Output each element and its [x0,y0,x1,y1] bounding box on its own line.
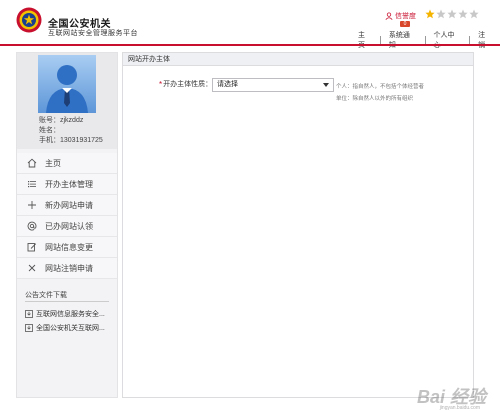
star-empty-icon [469,9,479,19]
sidebar-item-label: 主页 [45,158,61,168]
nav-notifications[interactable]: 系统通知 [381,30,425,50]
required-marker: * [159,79,163,89]
sidebar-item-new-site[interactable]: 新办网站申请 [17,195,117,216]
entity-type-select[interactable]: 请选择 [212,78,334,92]
user-icon [385,12,393,20]
docs-title: 公告文件下载 [25,292,67,299]
download-icon [25,310,33,318]
header: 全国公安机关 互联网站安全管理服务平台 信誉度 0 主页 系统通知 个人中心 注… [0,0,500,49]
sidebar-item-home[interactable]: 主页 [17,153,117,174]
at-icon [27,221,37,231]
sidebar-item-label: 新办网站申请 [45,200,93,210]
main-panel: 网站开办主体 * 开办主体性质： [122,52,474,398]
star-empty-icon [436,9,446,19]
nav-home[interactable]: 主页 [350,30,380,50]
avatar [38,55,96,113]
doc-link[interactable]: 全国公安机关互联网... [25,323,105,333]
entity-type-label: 开办主体性质： [163,81,213,88]
doc-link[interactable]: 互联网信息服务安全... [25,309,105,319]
chevron-down-icon [323,83,329,87]
doc-link-label: 互联网信息服务安全... [36,311,105,318]
plus-icon [28,201,36,209]
doc-link-label: 全国公安机关互联网... [36,325,105,332]
nav-logout[interactable]: 注销 [470,30,500,50]
sidebar-item-claim-site[interactable]: 已办网站认领 [17,216,117,237]
sidebar-item-site-change[interactable]: 网站信息变更 [17,237,117,258]
download-icon [25,324,33,332]
site-subtitle: 互联网站安全管理服务平台 [48,30,138,37]
sidebar-item-label: 已办网站认领 [45,221,93,231]
sidebar-item-site-cancel[interactable]: 网站注销申请 [17,258,117,279]
close-icon [28,264,36,272]
list-icon [28,181,36,188]
hint-org: 单位：除自然人以外的所有组织 [336,96,414,102]
profile-account: 账号：zjkzddz [39,117,84,124]
star-filled-icon [425,9,435,19]
rating-stars [425,9,479,19]
credit-text: 信誉度 [395,13,416,20]
credit-label: 信誉度 [385,11,416,21]
sidebar-item-label: 网站注销申请 [45,263,93,273]
profile-name: 姓名： [39,127,60,134]
credit-badge: 0 [400,21,410,27]
edit-icon [27,243,37,252]
home-icon [27,158,37,168]
star-empty-icon [447,9,457,19]
header-divider [0,44,500,46]
sidebar-item-label: 开办主体管理 [45,179,93,189]
docs-divider [25,301,109,302]
watermark-url: jingyan.baidu.com [439,405,480,411]
entity-type-field: * 开办主体性质： [159,79,212,89]
profile-card: 账号：zjkzddz 姓名： 手机：13031931725 [17,53,117,149]
sidebar-item-label: 网站信息变更 [45,242,93,252]
police-emblem-icon [16,7,42,33]
profile-phone: 手机：13031931725 [39,137,103,144]
sidebar-menu: 主页 开办主体管理 新办网站申请 已办网站认领 网站信息变更 网站注销申请 [17,153,117,279]
hint-person: 个人：指自然人，不包括个体经营者 [336,84,425,90]
nav-personal-center[interactable]: 个人中心 [425,30,469,50]
panel-title: 网站开办主体 [123,53,473,66]
entity-type-value: 请选择 [217,81,238,88]
star-empty-icon [458,9,468,19]
sidebar-item-entity-management[interactable]: 开办主体管理 [17,174,117,195]
top-nav: 主页 系统通知 个人中心 注销 [350,30,500,50]
sidebar: 账号：zjkzddz 姓名： 手机：13031931725 主页 开办主体管理 … [16,52,118,398]
